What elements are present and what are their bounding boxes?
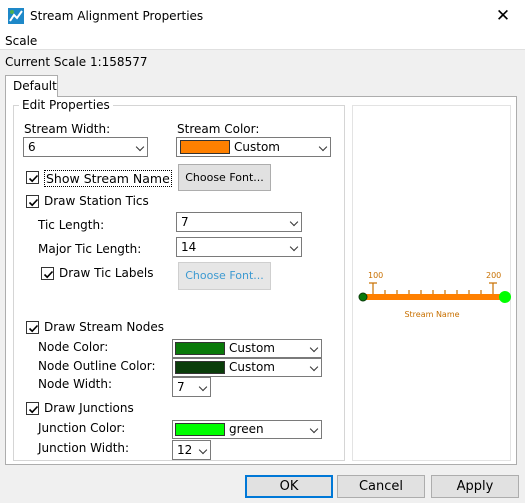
stream-node: [358, 292, 368, 302]
stream-name-label: Stream Name: [404, 310, 459, 319]
checkmark-icon: [28, 198, 39, 207]
checkmark-icon: [28, 405, 39, 414]
major-tic-length-select[interactable]: 14: [176, 237, 302, 257]
chevron-down-icon: [198, 382, 208, 392]
major-tic-length-value: 14: [181, 240, 197, 254]
stream-color-value: Custom: [234, 140, 280, 154]
current-scale-label: Current Scale 1:158577: [5, 55, 148, 69]
checkmark-icon: [28, 174, 39, 183]
draw-stream-nodes-label: Draw Stream Nodes: [44, 320, 164, 334]
junction-color-swatch: [175, 423, 225, 436]
tic-length-select[interactable]: 7: [176, 212, 302, 232]
tab-default[interactable]: Default: [5, 75, 58, 97]
menu-scale[interactable]: Scale: [5, 34, 37, 48]
menu-bar: [0, 32, 525, 50]
chevron-down-icon: [289, 242, 299, 252]
stream-width-value: 6: [28, 140, 36, 154]
draw-tic-labels-label: Draw Tic Labels: [59, 266, 154, 280]
node-outline-color-label: Node Outline Color:: [38, 359, 156, 373]
show-stream-name-label[interactable]: Show Stream Name: [44, 170, 172, 187]
tick-label-end: 200: [486, 271, 501, 280]
checkmark-icon: [28, 324, 39, 333]
stream-color-select[interactable]: Custom: [176, 137, 331, 157]
draw-stream-nodes-checkbox[interactable]: [26, 321, 39, 334]
choose-font-button[interactable]: Choose Font...: [178, 164, 271, 191]
draw-junctions-checkbox[interactable]: [26, 402, 39, 415]
stream-color-label: Stream Color:: [177, 122, 260, 136]
tic-length-value: 7: [181, 215, 189, 229]
window-title: Stream Alignment Properties: [30, 9, 204, 23]
stream-width-select[interactable]: 6: [23, 137, 148, 157]
stream-color-swatch: [180, 140, 230, 154]
stream-width-label: Stream Width:: [24, 122, 111, 136]
chevron-down-icon: [289, 217, 299, 227]
group-title: Edit Properties: [19, 98, 113, 112]
chevron-down-icon: [309, 424, 319, 434]
junction-color-value: green: [229, 422, 264, 436]
chevron-down-icon: [309, 362, 319, 372]
draw-tic-labels-checkbox[interactable]: [41, 267, 54, 280]
tic-length-label: Tic Length:: [38, 218, 105, 232]
chevron-down-icon: [309, 343, 319, 353]
node-width-select[interactable]: 7: [172, 377, 211, 397]
choose-font-button-disabled[interactable]: Choose Font...: [178, 262, 271, 290]
node-color-value: Custom: [229, 341, 275, 355]
major-tic-length-label: Major Tic Length:: [38, 242, 142, 256]
app-icon: [8, 8, 24, 24]
node-outline-color-swatch: [175, 361, 225, 374]
show-stream-name-checkbox[interactable]: [26, 171, 39, 184]
apply-button[interactable]: Apply: [431, 475, 519, 498]
draw-station-tics-checkbox[interactable]: [26, 195, 39, 208]
chevron-down-icon: [135, 142, 145, 152]
cancel-button[interactable]: Cancel: [337, 475, 425, 498]
junction-node: [499, 291, 511, 303]
junction-color-select[interactable]: green: [172, 420, 322, 439]
junction-width-value: 12: [177, 443, 193, 457]
node-color-label: Node Color:: [38, 340, 109, 354]
node-width-label: Node Width:: [38, 377, 113, 391]
junction-width-label: Junction Width:: [38, 441, 130, 455]
node-color-select[interactable]: Custom: [172, 339, 322, 358]
tick-label-start: 100: [368, 271, 383, 280]
ok-button[interactable]: OK: [245, 475, 333, 498]
node-outline-color-value: Custom: [229, 360, 275, 374]
chevron-down-icon: [198, 445, 208, 455]
stream-preview: 100 200 Stream Name: [352, 105, 511, 461]
node-color-swatch: [175, 342, 225, 355]
node-outline-color-select[interactable]: Custom: [172, 358, 322, 377]
close-icon[interactable]: ✕: [488, 3, 518, 29]
junction-color-label: Junction Color:: [38, 421, 126, 435]
node-width-value: 7: [177, 380, 185, 394]
draw-station-tics-label: Draw Station Tics: [44, 194, 149, 208]
chevron-down-icon: [318, 142, 328, 152]
draw-junctions-label: Draw Junctions: [44, 401, 134, 415]
junction-width-select[interactable]: 12: [172, 440, 211, 460]
stream-preview-drawing: 100 200 Stream Name: [358, 271, 511, 319]
checkmark-icon: [43, 270, 54, 279]
